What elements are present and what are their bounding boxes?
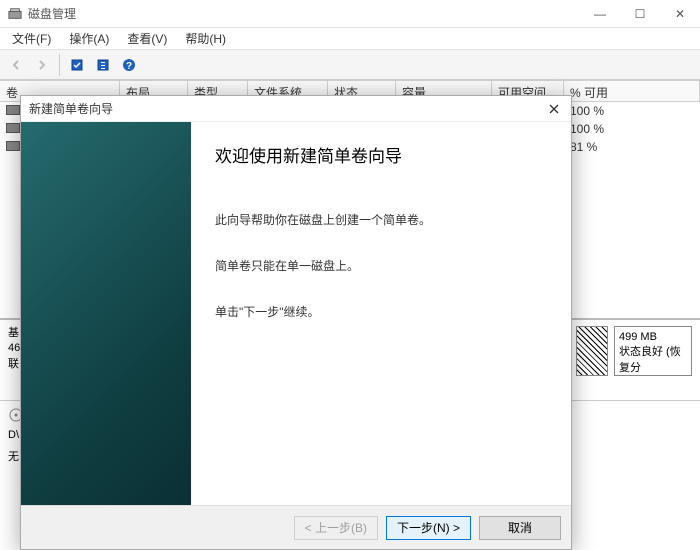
partition-size: 499 MB [619, 331, 687, 343]
wizard-content: 欢迎使用新建简单卷向导 此向导帮助你在磁盘上创建一个简单卷。 简单卷只能在单一磁… [191, 122, 571, 505]
title-bar: 磁盘管理 — ☐ ✕ [0, 0, 700, 28]
wizard-text-1: 此向导帮助你在磁盘上创建一个简单卷。 [215, 211, 547, 229]
window-title: 磁盘管理 [28, 5, 580, 22]
menu-bar: 文件(F) 操作(A) 查看(V) 帮助(H) [0, 28, 700, 50]
wizard-title: 新建简单卷向导 [29, 100, 545, 117]
volume-icon [6, 123, 20, 133]
wizard-sidebar [21, 122, 191, 505]
wizard-dialog: 新建简单卷向导 欢迎使用新建简单卷向导 此向导帮助你在磁盘上创建一个简单卷。 简… [20, 95, 572, 550]
cancel-button[interactable]: 取消 [479, 516, 561, 540]
partition-status: 状态良好 (恢复分 [619, 343, 687, 375]
menu-action[interactable]: 操作(A) [61, 28, 117, 49]
menu-file[interactable]: 文件(F) [4, 28, 59, 49]
app-icon [8, 7, 22, 21]
refresh-icon[interactable] [65, 53, 89, 77]
help-icon[interactable]: ? [117, 53, 141, 77]
wizard-text-3: 单击"下一步"继续。 [215, 303, 547, 321]
wizard-title-bar[interactable]: 新建简单卷向导 [21, 96, 571, 122]
close-button[interactable]: ✕ [660, 0, 700, 28]
back-icon [4, 53, 28, 77]
minimize-button[interactable]: — [580, 0, 620, 28]
wizard-button-bar: < 上一步(B) 下一步(N) > 取消 [21, 505, 571, 549]
next-button[interactable]: 下一步(N) > [386, 516, 471, 540]
partition-hatched[interactable] [576, 326, 608, 376]
pct-value: 100 % [564, 122, 700, 136]
menu-help[interactable]: 帮助(H) [177, 28, 234, 49]
menu-view[interactable]: 查看(V) [119, 28, 175, 49]
toolbar: ? [0, 50, 700, 80]
wizard-heading: 欢迎使用新建简单卷向导 [215, 142, 547, 167]
pct-value: 100 % [564, 104, 700, 118]
wizard-text-2: 简单卷只能在单一磁盘上。 [215, 257, 547, 275]
volume-icon [6, 141, 20, 151]
maximize-button[interactable]: ☐ [620, 0, 660, 28]
partition-recovery[interactable]: 499 MB 状态良好 (恢复分 [614, 326, 692, 376]
forward-icon [30, 53, 54, 77]
close-icon[interactable] [545, 100, 563, 118]
window-controls: — ☐ ✕ [580, 0, 700, 28]
wizard-body: 欢迎使用新建简单卷向导 此向导帮助你在磁盘上创建一个简单卷。 简单卷只能在单一磁… [21, 122, 571, 505]
toolbar-separator [59, 54, 60, 76]
svg-text:?: ? [126, 61, 132, 72]
pct-value: 81 % [564, 140, 700, 154]
back-button: < 上一步(B) [294, 516, 378, 540]
properties-icon[interactable] [91, 53, 115, 77]
volume-icon [6, 105, 20, 115]
col-pct[interactable]: % 可用 [564, 81, 700, 101]
